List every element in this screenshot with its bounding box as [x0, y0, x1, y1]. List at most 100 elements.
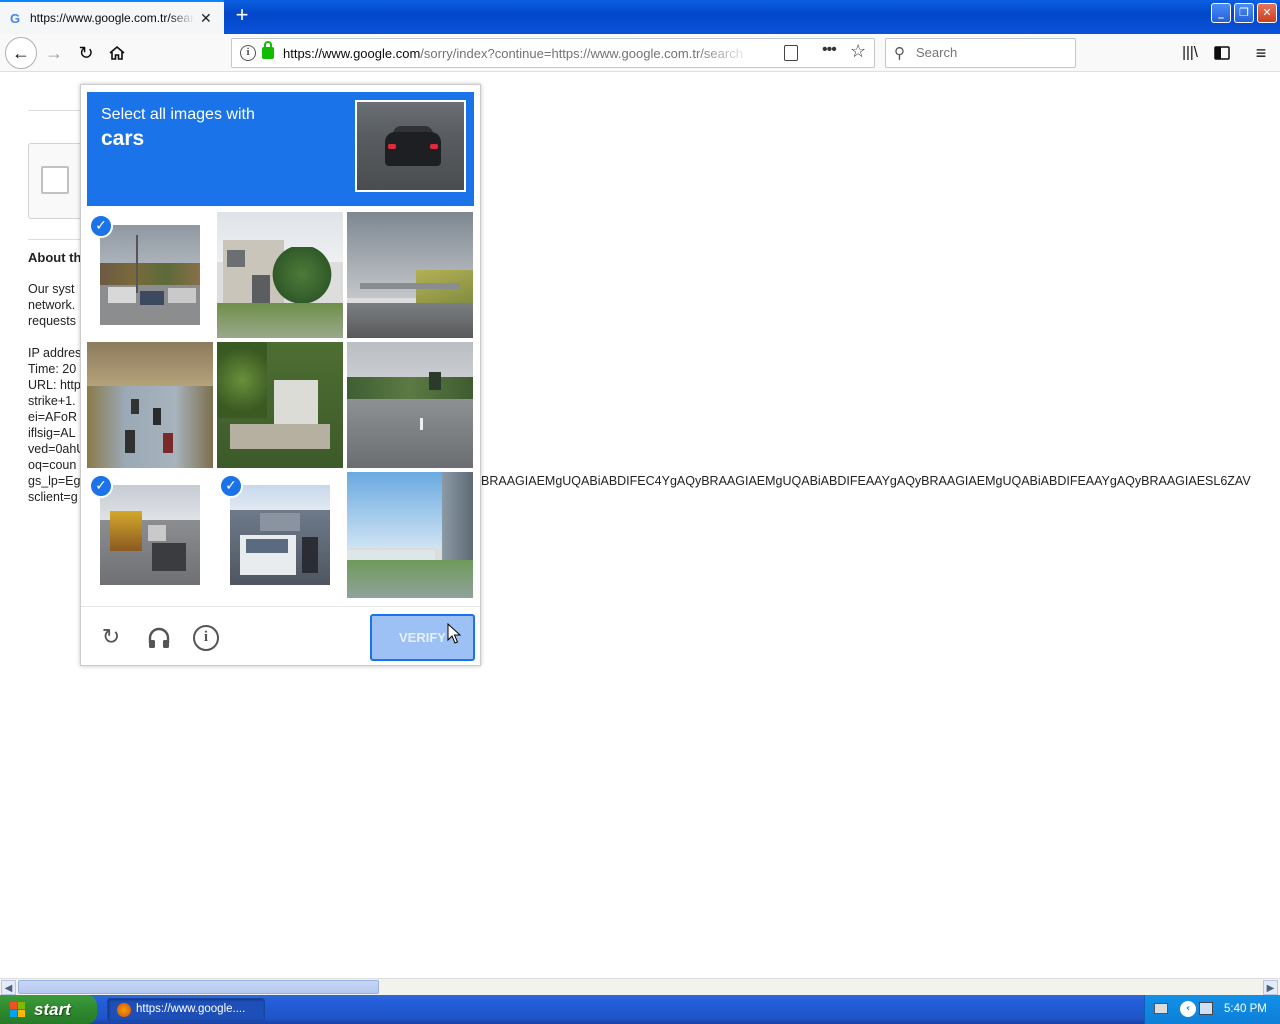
about-text-line: ei=AFoR: [28, 410, 77, 424]
search-icon: ⚲: [894, 45, 905, 62]
horizontal-scrollbar[interactable]: ◀ ▶: [0, 978, 1280, 995]
captcha-example-image: [355, 100, 466, 192]
about-text-line: sclient=g: [28, 490, 78, 504]
captcha-tile-4[interactable]: [87, 342, 213, 468]
system-tray: ‹ 5:40 PM: [1144, 995, 1280, 1024]
audio-challenge-button[interactable]: [146, 624, 172, 650]
url-text[interactable]: https://www.google.com/sorry/index?conti…: [283, 46, 753, 61]
reader-view-icon[interactable]: [784, 45, 798, 61]
search-bar[interactable]: ⚲: [885, 38, 1076, 68]
captcha-tile-1[interactable]: ✓: [87, 212, 213, 338]
sidebar-toggle-button[interactable]: [1208, 39, 1236, 67]
captcha-tile-2[interactable]: [217, 212, 343, 338]
taskbar-window-label: https://www.google....: [136, 1003, 246, 1015]
start-button[interactable]: start: [0, 995, 97, 1024]
arrow-right-icon: →: [45, 43, 63, 63]
start-label: start: [34, 1000, 71, 1019]
captcha-tile-8[interactable]: ✓: [217, 472, 343, 598]
about-text-line: Our syst: [28, 282, 75, 296]
about-text-line: IP addres: [28, 346, 82, 360]
captcha-tile-image: [347, 472, 473, 598]
captcha-image-grid: ✓ ✓ ✓: [87, 212, 474, 599]
divider: [28, 239, 88, 240]
captcha-tile-6[interactable]: [347, 342, 473, 468]
arrow-left-icon: ←: [12, 43, 30, 63]
bookmark-star-icon[interactable]: ☆: [850, 41, 866, 62]
tab-close-icon[interactable]: ✕: [200, 10, 212, 27]
back-button[interactable]: ←: [5, 37, 37, 69]
show-hidden-icons-icon[interactable]: ‹: [1180, 1001, 1196, 1017]
library-button[interactable]: |||\: [1176, 39, 1204, 67]
captcha-tile-image: [100, 225, 200, 325]
maximize-button[interactable]: ❐: [1234, 3, 1254, 23]
about-text-line: gs_lp=Eg: [28, 474, 81, 488]
reload-icon: ↻: [78, 43, 94, 63]
keyboard-icon[interactable]: [1154, 1003, 1168, 1014]
about-heading: About th: [28, 250, 82, 265]
scrollbar-thumb[interactable]: [18, 980, 379, 994]
tab-active[interactable]: G https://www.google.com.tr/search ✕: [0, 0, 224, 34]
about-text-line: strike+1.: [28, 394, 76, 408]
search-input[interactable]: [916, 45, 1066, 60]
divider: [28, 110, 88, 111]
captcha-tile-image: [347, 342, 473, 468]
captcha-target-word: cars: [101, 127, 145, 150]
captcha-header: Select all images with cars: [87, 92, 474, 206]
site-info-icon[interactable]: i: [240, 45, 256, 61]
info-icon: i: [203, 629, 209, 645]
selected-check-icon: ✓: [89, 214, 113, 238]
scroll-left-arrow-icon[interactable]: ◀: [1, 980, 16, 995]
recaptcha-checkbox[interactable]: [41, 166, 69, 194]
about-text-line: oq=coun: [28, 458, 77, 472]
captcha-tile-image: [217, 212, 343, 338]
hamburger-menu-icon: ≡: [1255, 43, 1267, 63]
captcha-tile-image: [100, 485, 200, 585]
url-path: /sorry/index?continue=https://www.google…: [420, 46, 743, 61]
reload-challenge-button[interactable]: ↻: [98, 624, 124, 650]
recaptcha-widget: [28, 143, 88, 219]
google-favicon-icon: G: [10, 10, 21, 26]
scroll-right-arrow-icon[interactable]: ▶: [1263, 980, 1278, 995]
about-text-line: ved=0ahU: [28, 442, 86, 456]
selected-check-icon: ✓: [219, 474, 243, 498]
about-text-line: Time: 20: [28, 362, 77, 376]
page-actions-more-icon[interactable]: •••: [822, 41, 837, 59]
taskbar: start https://www.google.... ‹ 5:40 PM: [0, 995, 1280, 1024]
captcha-tile-image: [347, 212, 473, 338]
new-tab-button[interactable]: +: [230, 4, 254, 28]
headphones-icon: [148, 627, 170, 648]
close-window-button[interactable]: ✕: [1257, 3, 1277, 23]
url-bar[interactable]: i https://www.google.com/sorry/index?con…: [231, 38, 875, 68]
padlock-icon: [262, 41, 274, 59]
about-text-line: requests: [28, 314, 76, 328]
reload-icon: ↻: [101, 624, 121, 649]
network-icon[interactable]: [1199, 1002, 1213, 1015]
captcha-tile-7[interactable]: ✓: [87, 472, 213, 598]
captcha-tile-9[interactable]: [347, 472, 473, 598]
reload-button[interactable]: ↻: [72, 39, 100, 67]
search-url-overflow-text: BRAAGIAEMgUQABiABDIFEC4YgAQyBRAAGIAEMgUQ…: [481, 474, 1251, 488]
clock: 5:40 PM: [1224, 1003, 1267, 1015]
captcha-footer: ↻ i VERIFY: [81, 606, 480, 666]
minimize-button[interactable]: _: [1211, 3, 1231, 23]
captcha-tile-5[interactable]: [217, 342, 343, 468]
forward-button[interactable]: →: [40, 39, 68, 67]
taskbar-window-firefox[interactable]: https://www.google....: [107, 998, 265, 1021]
about-text-line: network.: [28, 298, 76, 312]
library-icon: |||\: [1182, 44, 1198, 61]
navigation-toolbar: ← → ↻ i https://www.google.com/sorry/ind…: [0, 34, 1280, 72]
captcha-tile-3[interactable]: [347, 212, 473, 338]
hamburger-menu-button[interactable]: ≡: [1247, 39, 1275, 67]
selected-check-icon: ✓: [89, 474, 113, 498]
url-domain: https://www.google.com: [283, 46, 421, 61]
captcha-tile-image: [87, 342, 213, 468]
home-button[interactable]: [103, 39, 131, 67]
info-button[interactable]: i: [193, 625, 219, 651]
about-text-line: iflsig=AL: [28, 426, 76, 440]
title-bar: G https://www.google.com.tr/search ✕ + _…: [0, 0, 1280, 34]
tab-title: https://www.google.com.tr/search: [30, 11, 194, 25]
windows-logo-icon: [10, 1002, 26, 1017]
captcha-instruction: Select all images with: [101, 106, 255, 123]
captcha-tile-image: [217, 342, 343, 468]
sidebar-icon: [1214, 46, 1230, 60]
